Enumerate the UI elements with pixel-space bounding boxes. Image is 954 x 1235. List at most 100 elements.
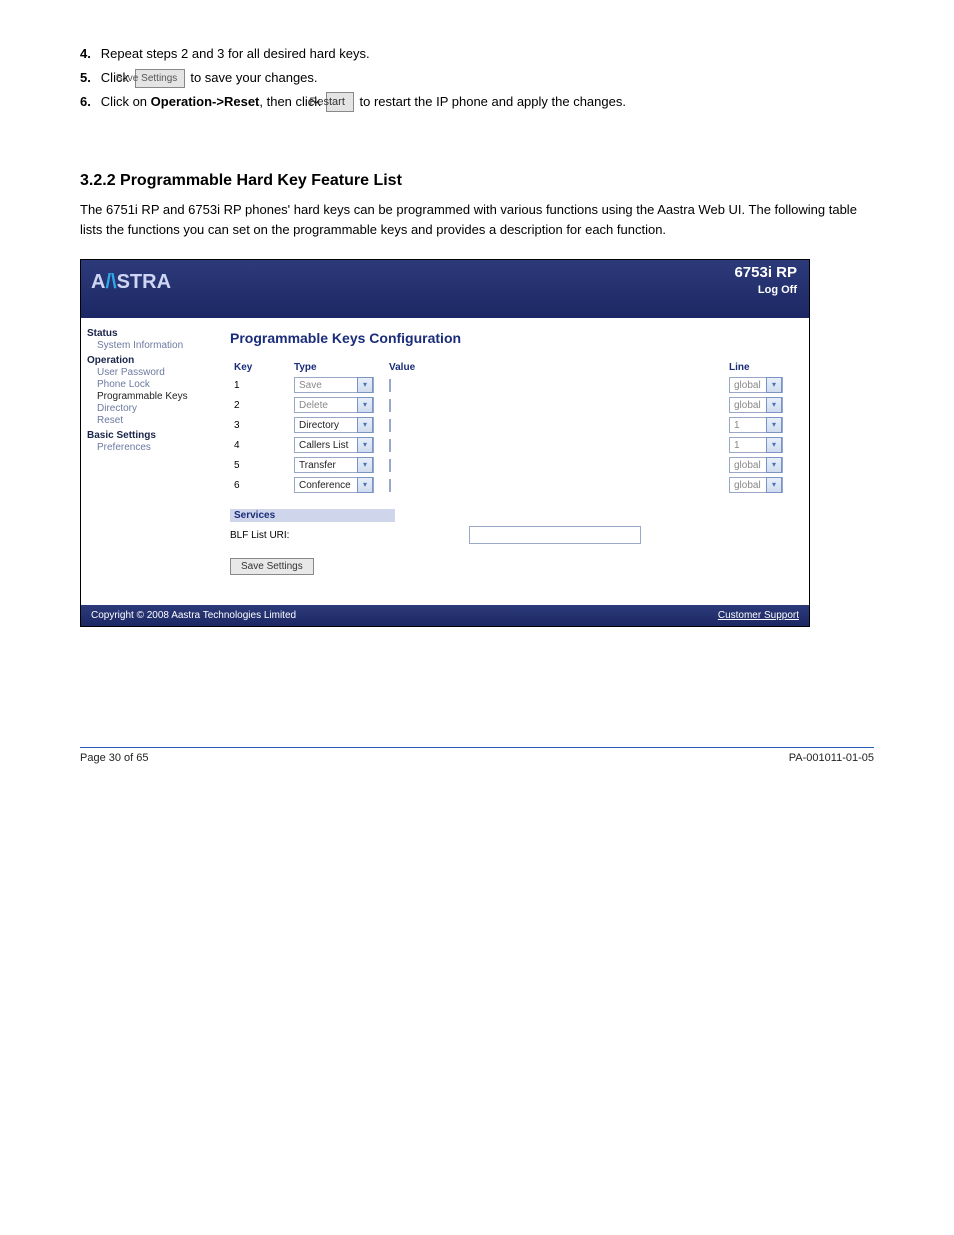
cell-line: 1▾ [725,415,795,435]
blf-label: BLF List URI: [230,530,289,541]
app-footer: Copyright © 2008 Aastra Technologies Lim… [81,605,809,626]
sidebar-head-operation: Operation [87,355,212,366]
cell-key: 5 [230,455,290,475]
chevron-down-icon: ▾ [357,377,373,393]
line-select: global▾ [729,477,783,493]
chevron-down-icon: ▾ [766,437,782,453]
cell-key: 4 [230,435,290,455]
type-select: Save▾ [294,377,374,393]
sidebar-item-programmable-keys[interactable]: Programmable Keys [87,391,212,402]
main-panel: Programmable Keys Configuration Key Type… [216,318,809,605]
cell-type: Conference▾ [290,475,385,495]
section-para: The 6751i RP and 6753i RP phones' hard k… [80,200,874,239]
sidebar-item-user-password[interactable]: User Password [87,367,212,378]
cell-key: 1 [230,375,290,395]
cell-value [385,375,725,395]
blf-row: BLF List URI: [230,526,795,544]
value-input[interactable] [389,379,391,392]
save-settings-inline-button[interactable]: Save Settings [135,69,185,88]
chevron-down-icon: ▾ [766,397,782,413]
chevron-down-icon: ▾ [766,377,782,393]
save-settings-button[interactable]: Save Settings [230,558,314,575]
col-line: Line [725,360,795,375]
services-heading: Services [230,509,395,522]
line-select: global▾ [729,457,783,473]
chevron-down-icon: ▾ [357,417,373,433]
col-key: Key [230,360,290,375]
value-input[interactable] [389,419,391,432]
sidebar-item-system-info[interactable]: System Information [87,340,212,351]
line-select: 1▾ [729,417,783,433]
table-row: 1Save▾ global▾ [230,375,795,395]
line-select: 1▾ [729,437,783,453]
type-select[interactable]: Transfer▾ [294,457,374,473]
cell-type: Transfer▾ [290,455,385,475]
col-type: Type [290,360,385,375]
cell-key: 2 [230,395,290,415]
log-off-link[interactable]: Log Off [758,284,797,296]
cell-type: Save▾ [290,375,385,395]
doc-id: PA-001011-01-05 [789,752,874,764]
instruction-5: 5.Click Save Settings to save your chang… [80,68,874,88]
sidebar-head-basic: Basic Settings [87,430,212,441]
cell-value [385,415,725,435]
instruction-6: 6.Click on Operation->Reset, then click … [80,92,874,113]
chevron-down-icon: ▾ [357,477,373,493]
cell-value [385,475,725,495]
cell-value [385,395,725,415]
keys-table: Key Type Value Line 1Save▾global▾2Delete… [230,360,795,495]
cell-line: global▾ [725,395,795,415]
cell-key: 6 [230,475,290,495]
chevron-down-icon: ▾ [766,477,782,493]
sidebar-head-status: Status [87,328,212,339]
sidebar-item-directory[interactable]: Directory [87,403,212,414]
table-row: 2Delete▾ global▾ [230,395,795,415]
table-row: 3Directory▾ 1▾ [230,415,795,435]
value-input[interactable] [389,439,391,452]
chevron-down-icon: ▾ [357,437,373,453]
table-row: 5Transfer▾ global▾ [230,455,795,475]
cell-type: Directory▾ [290,415,385,435]
type-select: Delete▾ [294,397,374,413]
table-header-row: Key Type Value Line [230,360,795,375]
logo: A/\STRA [91,271,171,294]
app-header: A/\STRA 6753i RP Log Off [81,260,809,318]
line-select: global▾ [729,377,783,393]
table-row: 6Conference▾ global▾ [230,475,795,495]
chevron-down-icon: ▾ [766,417,782,433]
sidebar-item-preferences[interactable]: Preferences [87,442,212,453]
cell-key: 3 [230,415,290,435]
type-select[interactable]: Directory▾ [294,417,374,433]
sidebar-item-phone-lock[interactable]: Phone Lock [87,379,212,390]
sidebar-item-reset[interactable]: Reset [87,415,212,426]
cell-type: Delete▾ [290,395,385,415]
page-footer: Page 30 of 65 PA-001011-01-05 [80,747,874,764]
restart-inline-button[interactable]: Restart [326,92,353,113]
footer-copyright: Copyright © 2008 Aastra Technologies Lim… [91,610,296,621]
cell-type: Callers List▾ [290,435,385,455]
value-input[interactable] [389,399,391,412]
blf-uri-input[interactable] [469,526,641,544]
table-row: 4Callers List▾ 1▾ [230,435,795,455]
chevron-down-icon: ▾ [766,457,782,473]
section-heading: 3.2.2 Programmable Hard Key Feature List [80,172,874,190]
type-select[interactable]: Callers List▾ [294,437,374,453]
chevron-down-icon: ▾ [357,457,373,473]
instruction-list: 4.Repeat steps 2 and 3 for all desired h… [80,44,874,112]
value-input[interactable] [389,459,391,472]
page-title: Programmable Keys Configuration [230,330,795,346]
cell-value [385,435,725,455]
value-input[interactable] [389,479,391,492]
cell-line: 1▾ [725,435,795,455]
model-label: 6753i RP [734,264,797,281]
chevron-down-icon: ▾ [357,397,373,413]
cell-line: global▾ [725,475,795,495]
col-value: Value [385,360,725,375]
embedded-screenshot: A/\STRA 6753i RP Log Off Status System I… [80,259,810,627]
line-select: global▾ [729,397,783,413]
customer-support-link[interactable]: Customer Support [718,610,799,621]
instruction-4: 4.Repeat steps 2 and 3 for all desired h… [80,44,874,64]
page-number: Page 30 of 65 [80,752,149,764]
type-select[interactable]: Conference▾ [294,477,374,493]
cell-line: global▾ [725,375,795,395]
